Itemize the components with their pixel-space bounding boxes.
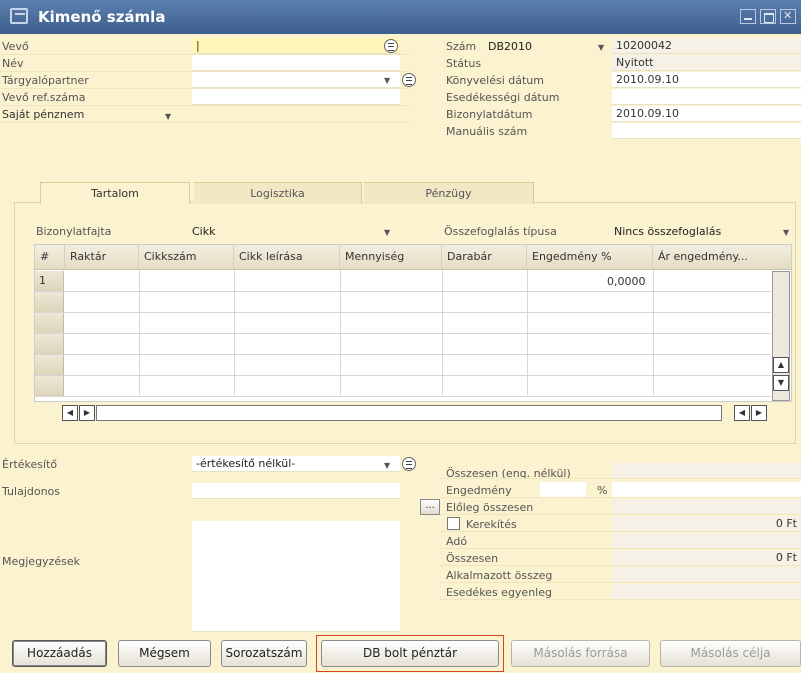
summary-type-label: Összefoglalás típusa [444,225,557,238]
down-payment-label: Előleg összesen [446,501,534,514]
maximize-icon[interactable] [760,9,776,24]
tab-tartalom[interactable]: Tartalom [40,182,190,204]
owner-input[interactable] [192,483,400,499]
nev-input[interactable] [192,55,400,71]
number-field[interactable]: 10200042 [612,38,801,54]
rounding-label: Kerekítés [466,518,517,531]
doc-type-dropdown-icon[interactable]: ▼ [384,228,390,237]
window-title: Kimenő számla [38,8,166,26]
remarks-textarea[interactable] [192,521,400,632]
document-icon [10,8,28,24]
sales-employee-select[interactable]: -értékesítő nélkül- [192,456,400,472]
remarks-label: Megjegyzések [2,555,80,568]
due-date-input[interactable] [612,89,801,105]
percent-sign: % [597,484,608,497]
row-number[interactable] [35,313,64,333]
nev-label: Név [2,57,24,70]
row-number[interactable] [35,355,64,375]
doc-type-select[interactable]: Cikk [192,225,215,238]
discount-percent-input[interactable] [540,482,586,498]
col-header-discount[interactable]: Engedmény % [527,245,653,270]
currency-select[interactable]: Saját pénznem [2,108,84,121]
row-number[interactable] [35,292,64,312]
scroll-right-icon[interactable]: ▶ [79,405,95,421]
scroll-left-icon[interactable]: ◀ [734,405,750,421]
highlight-box [316,635,504,672]
sales-employee-label: Értékesítő [2,458,58,471]
discount-amount-input[interactable] [612,482,801,498]
currency-dropdown-icon[interactable]: ▼ [165,112,171,121]
vevo-list-icon[interactable] [384,39,398,53]
due-date-label: Esedékességi dátum [446,91,560,104]
series-select[interactable]: DB2010 [488,40,532,53]
status-field: Nyitott [612,55,801,71]
scroll-down-icon[interactable]: ▼ [773,375,789,391]
vevo-label: Vevő [2,40,29,53]
col-header-item-description[interactable]: Cikk leírása [234,245,340,270]
balance-due-label: Esedékes egyenleg [446,586,552,599]
row-number[interactable]: 1 [35,271,64,291]
add-button[interactable]: Hozzáadás [12,640,107,667]
minimize-icon[interactable] [740,9,756,24]
scroll-right-icon[interactable]: ▶ [751,405,767,421]
tab-logisztika[interactable]: Logisztika [194,182,362,204]
document-date-input[interactable]: 2010.09.10 [612,106,801,122]
document-date-label: Bizonylatdátum [446,108,533,121]
tax-field [612,533,801,549]
cancel-button[interactable]: Mégsem [118,640,211,667]
rounding-field: 0 Ft [612,516,801,532]
grid-cell-discount[interactable]: 0,0000 [607,275,646,288]
copy-to-button[interactable]: Másolás célja [660,640,801,667]
doc-type-label: Bizonylatfajta [36,225,112,238]
sales-employee-dropdown-icon[interactable]: ▼ [384,461,390,470]
row-number[interactable] [35,334,64,354]
applied-amount-field [612,567,801,583]
manual-number-input[interactable] [612,123,801,139]
tax-label: Adó [446,535,468,548]
manual-number-label: Manuális szám [446,125,528,138]
applied-amount-label: Alkalmazott összeg [446,569,553,582]
sales-employee-list-icon[interactable] [402,457,416,471]
targyalopartner-select[interactable] [192,72,400,88]
title-bar: Kimenő számla [0,0,801,34]
series-dropdown-icon[interactable]: ▼ [598,43,604,52]
down-payment-field [612,499,801,515]
col-header-warehouse[interactable]: Raktár [65,245,139,270]
close-icon[interactable] [780,9,796,24]
targyalopartner-dropdown-icon[interactable]: ▼ [384,76,390,85]
down-payment-browse-button[interactable]: ... [420,499,440,515]
before-discount-field [612,463,801,479]
row-number[interactable] [35,376,64,396]
owner-label: Tulajdonos [2,485,61,498]
total-label: Összesen [446,552,499,565]
items-grid[interactable]: # Raktár Cikkszám Cikk leírása Mennyiség… [34,244,792,402]
discount-label: Engedmény [446,484,512,497]
summary-type-select[interactable]: Nincs összefoglalás [614,225,721,238]
vevo-ref-input[interactable] [192,89,400,105]
scroll-up-icon[interactable]: ▲ [773,357,789,373]
szam-label: Szám [446,40,477,53]
vevo-ref-label: Vevő ref.száma [2,91,86,104]
summary-type-dropdown-icon[interactable]: ▼ [783,228,789,237]
scroll-left-icon[interactable]: ◀ [62,405,78,421]
serial-number-button[interactable]: Sorozatszám [221,640,307,667]
rounding-checkbox[interactable] [447,517,460,530]
col-header-unit-price[interactable]: Darabár [442,245,527,270]
posting-date-input[interactable]: 2010.09.10 [612,72,801,88]
col-header-num[interactable]: # [35,245,65,270]
col-header-price-after-discount[interactable]: Ár engedmény... [653,245,791,270]
copy-from-button[interactable]: Másolás forrása [511,640,650,667]
balance-due-field [612,584,801,600]
grid-horizontal-scrollbar[interactable] [96,405,722,421]
vevo-input[interactable]: | [192,38,400,54]
targyalopartner-label: Tárgyalópartner [2,74,89,87]
col-header-item-number[interactable]: Cikkszám [139,245,234,270]
status-label: Státus [446,57,482,70]
targyalopartner-list-icon[interactable] [402,73,416,87]
tab-penzugy[interactable]: Pénzügy [364,182,534,204]
col-header-quantity[interactable]: Mennyiség [340,245,442,270]
total-field: 0 Ft [612,550,801,566]
posting-date-label: Könyvelési dátum [446,74,544,87]
